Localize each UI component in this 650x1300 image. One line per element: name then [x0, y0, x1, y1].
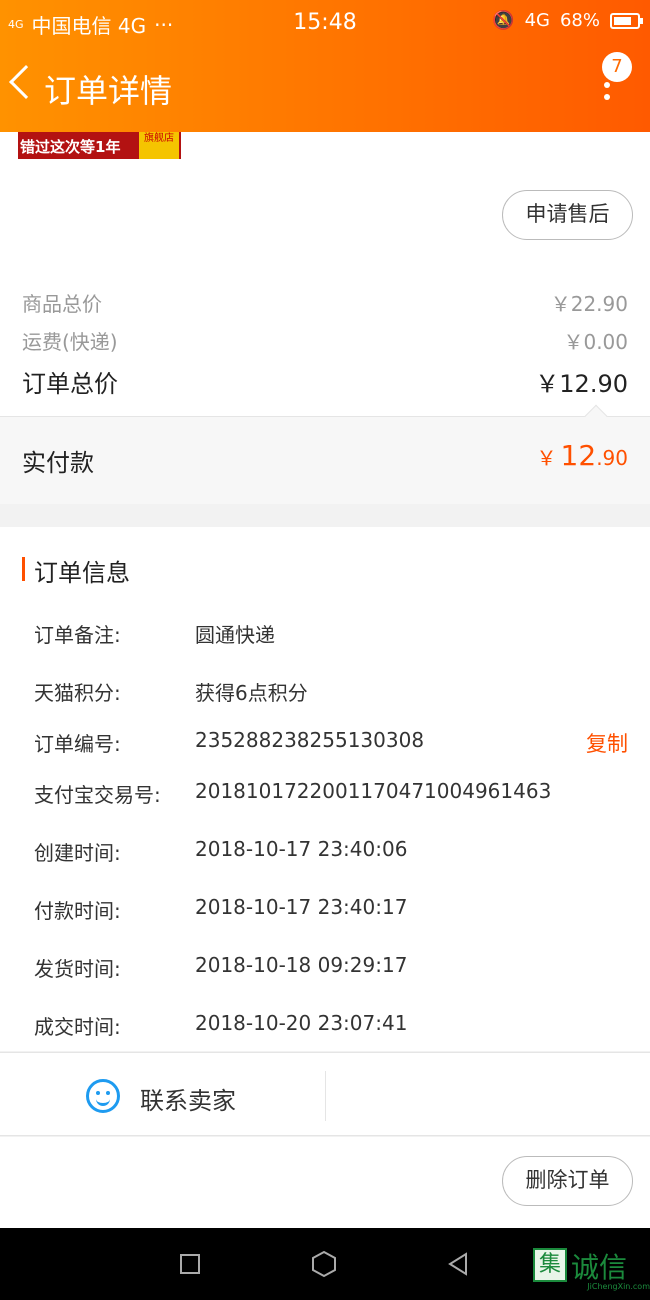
status-right: 🔕 4G 68%: [492, 10, 643, 31]
nav-bar: 订单详情 7: [0, 52, 650, 118]
home-icon[interactable]: [310, 1250, 338, 1278]
info-label: 发货时间:: [34, 957, 121, 981]
info-label: 订单编号:: [34, 732, 121, 756]
info-label: 付款时间:: [34, 899, 121, 923]
info-label: 支付宝交易号:: [34, 783, 161, 807]
info-value: 获得6点积分: [195, 681, 308, 705]
info-value: 2018-10-20 23:07:41: [195, 1011, 408, 1035]
order-total-value: ￥12.90: [535, 370, 628, 398]
divider: [325, 1071, 326, 1121]
message-count-badge: 7: [602, 52, 632, 82]
watermark-icon: 集: [533, 1248, 567, 1282]
watermark-text: 诚信: [571, 1251, 628, 1284]
thumbnail-text: 错过这次等1年: [20, 138, 121, 156]
goods-total-row: 商品总价 ￥22.90: [22, 288, 628, 317]
info-label: 创建时间:: [34, 841, 121, 865]
battery-icon: [610, 12, 643, 29]
product-section: 错过这次等1年 旗舰店 申请售后: [0, 132, 650, 264]
back-triangle-icon[interactable]: [444, 1250, 472, 1278]
watermark-logo: 集 诚信 JiChengXin.com: [533, 1246, 650, 1291]
paid-amount-section: 实付款 ￥ 12.90: [0, 404, 650, 504]
paid-currency: ￥: [536, 446, 557, 470]
watermark-sub: JiChengXin.com: [587, 1282, 650, 1291]
chat-smile-icon: [86, 1079, 120, 1113]
more-menu-button[interactable]: 7: [592, 52, 632, 112]
order-total-row: 订单总价 ￥12.90: [22, 364, 628, 399]
mute-icon: 🔕: [492, 10, 515, 31]
copy-order-number-button[interactable]: 复制: [586, 728, 628, 758]
info-label: 订单备注:: [34, 623, 121, 647]
contact-bar: 联系卖家: [0, 1052, 650, 1136]
paid-label: 实付款: [22, 449, 94, 477]
battery-percent: 68%: [559, 10, 600, 31]
recents-icon[interactable]: [180, 1254, 200, 1274]
paid-value: ￥ 12.90: [537, 439, 628, 472]
after-sale-button[interactable]: 申请售后: [502, 190, 633, 240]
info-label: 天猫积分:: [34, 681, 121, 705]
back-icon[interactable]: [9, 65, 43, 99]
info-value: 2018101722001170471004961463: [195, 779, 552, 803]
delete-order-button[interactable]: 删除订单: [502, 1156, 633, 1206]
contact-seller-label: 联系卖家: [140, 1087, 236, 1115]
network-label: 4G: [524, 10, 550, 31]
footer-actions: 删除订单: [0, 1137, 650, 1228]
more-dots-icon: [604, 82, 610, 106]
info-label: 成交时间:: [34, 1015, 121, 1039]
shipping-label: 运费(快递): [22, 330, 118, 354]
order-info-section: 订单信息 订单备注: 圆通快递 天猫积分: 获得6点积分 订单编号: 23528…: [0, 527, 650, 1051]
info-value: 2018-10-17 23:40:17: [195, 895, 408, 919]
goods-total-value: ￥22.90: [550, 292, 628, 316]
info-value: 2018-10-17 23:40:06: [195, 837, 408, 861]
price-summary: 商品总价 ￥22.90 运费(快递) ￥0.00 订单总价 ￥12.90: [0, 264, 650, 416]
thumbnail-store-badge: 旗舰店: [139, 132, 179, 159]
app-header: 4G 中国电信 4G ··· 15:48 🔕 4G 68% 订单详情 7: [0, 0, 650, 132]
system-nav-bar: 集 诚信 JiChengXin.com: [0, 1228, 650, 1300]
paid-decimal: .90: [596, 446, 628, 470]
product-thumbnail[interactable]: 错过这次等1年 旗舰店: [18, 132, 181, 159]
info-value: 235288238255130308: [195, 728, 425, 752]
contact-seller-button[interactable]: 联系卖家: [0, 1053, 325, 1135]
order-total-label: 订单总价: [22, 370, 118, 398]
goods-total-label: 商品总价: [22, 292, 102, 316]
info-value: 圆通快递: [195, 623, 275, 647]
shipping-row: 运费(快递) ￥0.00: [22, 326, 628, 355]
order-info-title: 订单信息: [22, 553, 130, 588]
info-value: 2018-10-18 09:29:17: [195, 953, 408, 977]
shipping-value: ￥0.00: [563, 330, 628, 354]
status-bar: 4G 中国电信 4G ··· 15:48 🔕 4G 68%: [0, 0, 650, 46]
paid-integer: 12: [560, 439, 597, 472]
page-title: 订单详情: [44, 72, 173, 110]
